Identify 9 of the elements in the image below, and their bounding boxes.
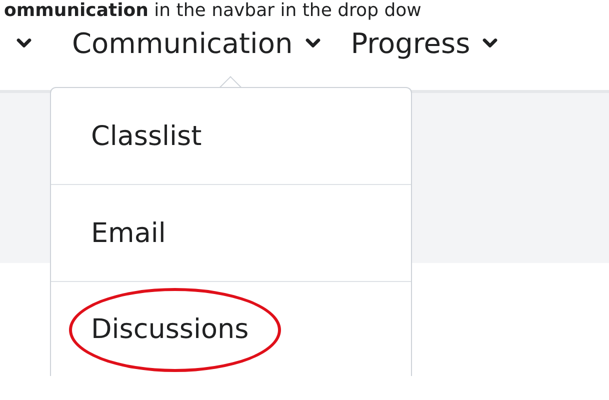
chevron-down-icon[interactable] bbox=[16, 38, 32, 48]
nav-menu[interactable]: Progress bbox=[350, 26, 498, 60]
nav-menu[interactable]: Communication bbox=[72, 26, 321, 60]
menu-item[interactable]: Classlist bbox=[91, 120, 202, 152]
menu-item[interactable]: Discussions bbox=[91, 314, 249, 344]
menu-item[interactable]: Email bbox=[91, 218, 166, 248]
chevron-down-icon bbox=[482, 38, 498, 48]
instruction-text: ommunication in the navbar in the drop dow bbox=[4, 0, 422, 22]
chevron-down-icon bbox=[304, 38, 321, 48]
